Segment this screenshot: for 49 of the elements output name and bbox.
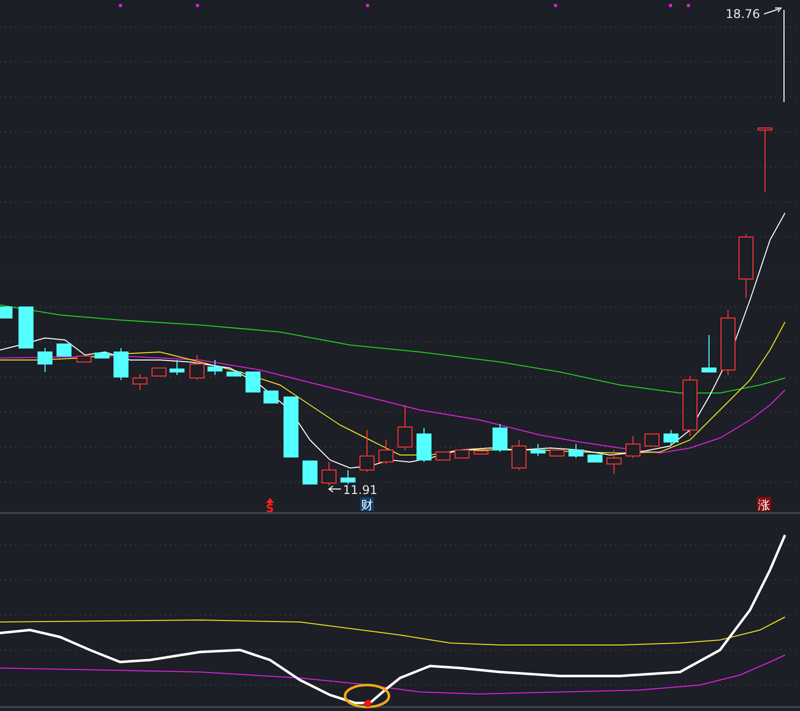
candlestick	[132, 374, 148, 390]
candlestick	[18, 306, 34, 348]
high-price-label: 18.76	[726, 7, 760, 21]
candlestick	[588, 454, 602, 462]
high-price-pointer-icon	[764, 8, 784, 102]
up-arrow-icon	[363, 699, 373, 707]
candlestick	[322, 462, 336, 486]
low-price-label: 11.91	[343, 483, 378, 497]
candlestick	[340, 470, 356, 484]
candlestick	[568, 444, 584, 458]
candlestick	[626, 436, 640, 458]
candlestick	[246, 372, 260, 392]
candlestick	[56, 344, 72, 356]
candlestick	[114, 348, 128, 380]
candlestick	[664, 430, 678, 446]
left-arrow-icon	[328, 486, 342, 492]
candlestick	[758, 128, 772, 192]
candlestick	[152, 368, 166, 376]
candlestick	[530, 444, 546, 456]
candlestick	[682, 376, 698, 436]
candlestick	[644, 434, 660, 446]
candlestick	[416, 428, 432, 462]
candlestick	[302, 460, 318, 484]
finance-marker: 财	[360, 497, 374, 512]
candlestick	[454, 450, 470, 458]
candlestick	[720, 310, 736, 376]
candlestick	[606, 450, 622, 474]
candlestick	[170, 360, 184, 376]
candlestick	[738, 234, 754, 298]
candlestick	[264, 390, 278, 404]
highlight-ellipse	[344, 684, 390, 708]
candlestick	[436, 452, 450, 460]
candlestick	[550, 450, 564, 456]
candlestick	[0, 306, 12, 318]
candlestick	[474, 450, 488, 454]
candlestick	[284, 396, 298, 458]
candlestick	[208, 360, 222, 376]
candlestick	[94, 352, 110, 358]
candlestick	[702, 334, 716, 372]
candlestick	[378, 440, 394, 464]
limit-up-marker: 涨	[757, 497, 771, 512]
candlestick	[492, 424, 508, 452]
candlestick	[360, 430, 374, 472]
candlestick	[190, 354, 204, 380]
candlestick	[226, 372, 242, 376]
candlestick	[398, 404, 412, 450]
candlestick	[76, 356, 92, 362]
candlestick	[512, 440, 526, 470]
candlestick	[38, 348, 52, 372]
